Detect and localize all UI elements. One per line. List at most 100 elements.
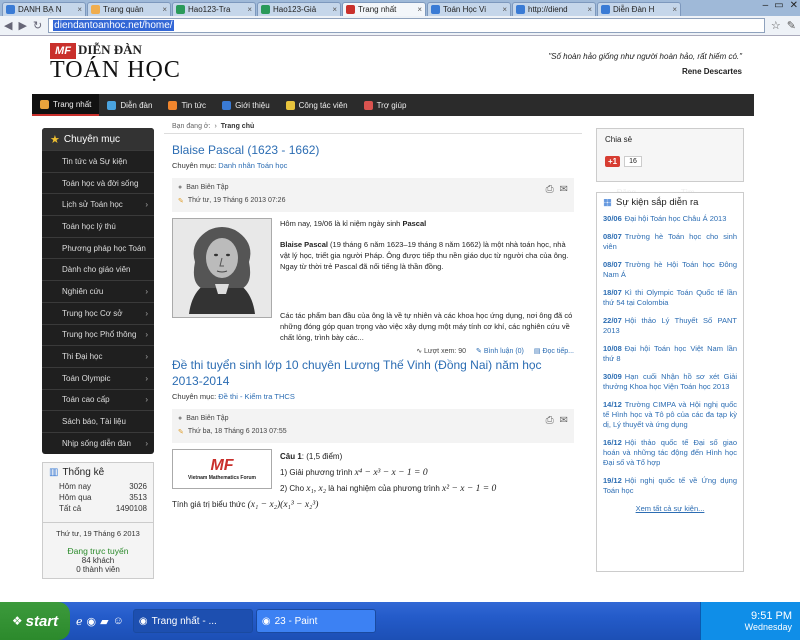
portrait-image [189, 227, 255, 314]
tab-favicon-icon [346, 5, 355, 14]
sidebar-item[interactable]: Phương pháp học Toán [42, 236, 154, 259]
stats-heading: ▥ Thống kê [49, 466, 105, 478]
nav-item[interactable]: Trang nhất [32, 94, 100, 116]
google-plus-button[interactable]: +1 [605, 156, 621, 167]
clock-time[interactable]: 9:51 PM [751, 610, 792, 622]
sidebar-item[interactable]: Toán cao cấp › [42, 388, 154, 411]
share-count: 16 [624, 156, 642, 167]
header-quote: "Số hoàn hảo giống như người hoàn hảo, r… [548, 52, 742, 76]
browser-tab[interactable]: Toán Học Vi × [427, 2, 511, 16]
taskbar-window[interactable]: ◉ Trang nhất - ... [132, 609, 253, 633]
read-more-link[interactable]: ▤ Đọc tiếp... [534, 347, 574, 355]
event-item[interactable]: 16/12 Hội thảo quốc tế Đại số giao hoán v… [603, 438, 737, 468]
chart-icon: ▥ [49, 466, 59, 478]
event-item[interactable]: 22/07 Hội thảo Lý Thuyết Số PANT 2013 [603, 316, 737, 336]
wrench-icon[interactable]: ✎ [787, 19, 796, 32]
event-date: 08/07 [603, 232, 622, 241]
tab-close-icon[interactable]: × [245, 5, 252, 14]
firefox-icon[interactable]: ◉ [87, 615, 97, 628]
browser-tab[interactable]: Hao123-Giả × [257, 2, 341, 16]
tab-close-icon[interactable]: × [330, 5, 337, 14]
ie-icon[interactable]: ℯ [76, 615, 83, 628]
logo-big-text: TOÁN HỌC [50, 57, 181, 83]
nav-item[interactable]: Giới thiệu [214, 94, 278, 116]
sidebar-item[interactable]: Nhịp sống diễn đàn › [42, 431, 154, 454]
share-heading: Chia sẻ [605, 135, 633, 144]
browser-tab[interactable]: http://diend × [512, 2, 596, 16]
sidebar-item[interactable]: Trung học Cơ sở › [42, 301, 154, 324]
event-item[interactable]: 10/08 Đại hội Toán học Việt Nam lần thứ 8 [603, 344, 737, 364]
category-link[interactable]: Danh nhân Toán học [218, 161, 287, 170]
browser-tab[interactable]: Trang quản × [87, 2, 171, 16]
sidebar-item[interactable]: Toán học và đời sống [42, 171, 154, 194]
sidebar-item[interactable]: Tin tức và Sự kiện [42, 150, 154, 172]
taskbar-window[interactable]: ◉ 23 - Paint [255, 609, 376, 633]
sidebar-item[interactable]: Nghiên cứu › [42, 280, 154, 302]
article-title[interactable]: Đề thi tuyển sinh lớp 10 chuyên Lương Th… [172, 357, 574, 389]
url-input[interactable]: diendantoanhoc.net/home/ [48, 18, 765, 33]
tab-close-icon[interactable]: × [670, 5, 677, 14]
event-item[interactable]: 30/09 Hạn cuối Nhận hồ sơ xét Giải thưởng… [603, 372, 737, 392]
email-icon[interactable]: ✉ [560, 184, 568, 195]
sidebar-item[interactable]: Toán học lý thú [42, 215, 154, 237]
tab-favicon-icon [601, 5, 610, 14]
browser-tab[interactable]: DANH BẠ N × [2, 2, 86, 16]
event-item[interactable]: 14/12 Trường CIMPA và Hội nghị quốc tế Hì… [603, 400, 737, 430]
breadcrumb-current[interactable]: Trang chủ [221, 123, 254, 130]
quick-launch: ℯ ◉ ▰ ☺ [70, 615, 130, 628]
browser-tab[interactable]: Diễn Đàn H × [597, 2, 681, 16]
event-item[interactable]: 08/07 Trường hè Toán học cho sinh viên [603, 232, 737, 252]
nav-item[interactable]: Tin tức [160, 94, 214, 116]
sidebar-item[interactable]: Thi Đại học › [42, 345, 154, 367]
event-date: 19/12 [603, 476, 622, 485]
event-text: Trường hè Toán học cho sinh viên [603, 232, 737, 251]
forward-icon[interactable]: ▶ [18, 19, 26, 32]
site-container: MF DIỄN ĐÀN TOÁN HỌC "Số hoàn hảo giống n… [32, 36, 754, 602]
event-date: 08/07 [603, 260, 622, 269]
all-events-link[interactable]: Xem tất cả sự kiện... [603, 504, 737, 513]
nav-item[interactable]: Công tác viên [278, 94, 356, 116]
site-logo[interactable]: MF DIỄN ĐÀN TOÁN HỌC [50, 42, 181, 84]
tab-close-icon[interactable]: × [585, 5, 592, 14]
sidebar-item[interactable]: Toán Olympic › [42, 366, 154, 389]
bookmark-star-icon[interactable]: ☆ [771, 19, 781, 32]
event-date: 30/09 [603, 372, 622, 381]
event-text: Đại hội Toán học Việt Nam lần thứ 8 [603, 344, 737, 363]
sidebar-item[interactable]: Dành cho giáo viên [42, 258, 154, 280]
browser-tab[interactable]: Trang nhất × [342, 2, 426, 16]
article-title[interactable]: Blaise Pascal (1623 - 1662) [172, 142, 574, 158]
messenger-icon[interactable]: ☺ [113, 615, 124, 628]
members-count: 0 thành viên [76, 564, 120, 574]
folder-icon[interactable]: ▰ [100, 615, 108, 628]
category-link[interactable]: Đề thi - Kiểm tra THCS [218, 392, 295, 401]
sidebar-item[interactable]: Lịch sử Toán học › [42, 193, 154, 215]
start-button[interactable]: ❖ start [0, 602, 70, 640]
event-item[interactable]: 19/12 Hội nghị quốc tế về Ứng dụng Toán h… [603, 476, 737, 496]
reload-icon[interactable]: ↻ [33, 19, 42, 32]
tab-close-icon[interactable]: × [500, 5, 507, 14]
chevron-right-icon: › [145, 308, 148, 318]
events-list: 30/06 Đại hội Toán học Châu Á 2013 08/07 Tr… [603, 214, 737, 496]
nav-item[interactable]: Trợ giúp [356, 94, 415, 116]
nav-item[interactable]: Diễn đàn [99, 94, 160, 116]
event-item[interactable]: 30/06 Đại hội Toán học Châu Á 2013 [603, 214, 737, 224]
back-icon[interactable]: ◀ [4, 19, 12, 32]
comments-link[interactable]: ✎ Bình luận (0) [476, 347, 524, 355]
tab-close-icon[interactable]: × [415, 5, 422, 14]
sidebar-item[interactable]: Trung học Phổ thông › [42, 323, 154, 346]
maximize-icon[interactable]: ▭ [774, 0, 783, 11]
print-icon[interactable]: ⎙ [546, 415, 554, 426]
print-icon[interactable]: ⎙ [546, 184, 554, 195]
sidebar-item[interactable]: Sách báo, Tài liệu [42, 410, 154, 432]
browser-tab[interactable]: Hao123-Tra × [172, 2, 256, 16]
nav-icon [40, 99, 49, 109]
tab-close-icon[interactable]: × [75, 5, 82, 14]
event-item[interactable]: 18/07 Kì thi Olympic Toán Quốc tế lần thứ… [603, 288, 737, 308]
event-item[interactable]: 08/07 Trường hè Hội Toán học Đông Nam Á [603, 260, 737, 280]
minimize-icon[interactable]: – [763, 0, 769, 11]
email-icon[interactable]: ✉ [560, 415, 568, 426]
nav-icon [168, 100, 178, 110]
close-icon[interactable]: ✕ [790, 0, 798, 11]
right-sidebar: Chia sẻ +1 16 ▦ Sự kiện sắp diễn ra 30/06 Đ… [596, 128, 744, 572]
tab-close-icon[interactable]: × [160, 5, 167, 14]
